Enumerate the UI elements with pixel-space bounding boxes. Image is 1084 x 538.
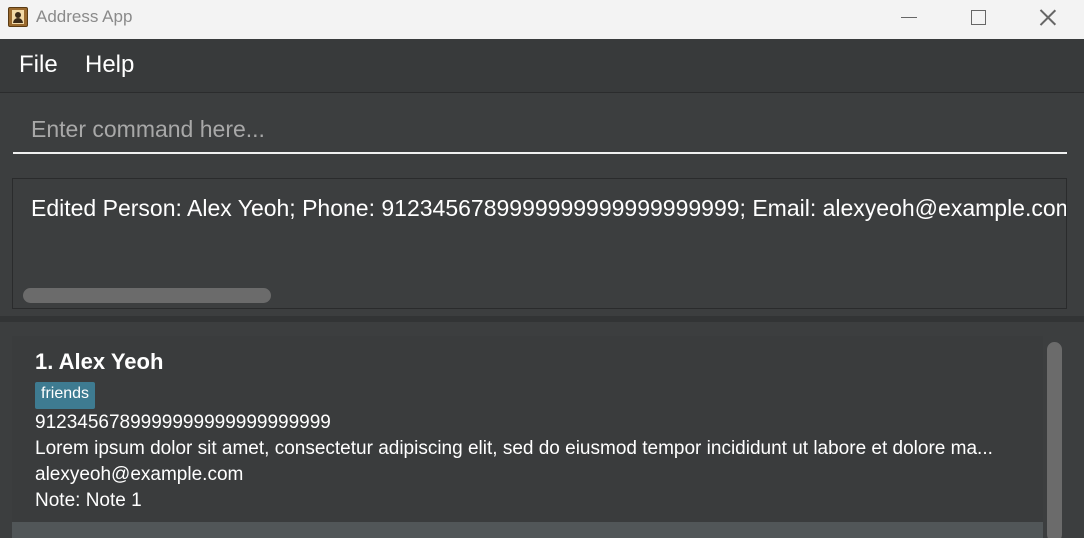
maximize-button[interactable] (943, 0, 1013, 34)
command-input[interactable]: Enter command here... (13, 108, 1067, 154)
window-title: Address App (36, 7, 133, 26)
title-bar: Address App (0, 0, 1084, 39)
minimize-icon (901, 16, 917, 18)
maximize-icon (970, 9, 986, 25)
person-note: Note: Note 1 (35, 490, 142, 511)
person-card-next[interactable] (12, 522, 1043, 538)
menu-bar: File Help (0, 39, 1084, 93)
close-button[interactable] (1013, 0, 1083, 34)
address-book-icon (8, 7, 28, 27)
person-phone: 9123456789999999999999999999 (35, 412, 331, 433)
command-box: Enter command here... (0, 94, 1084, 171)
minimize-button[interactable] (874, 0, 944, 34)
person-email: alexyeoh@example.com (35, 464, 244, 485)
menu-help[interactable]: Help (85, 51, 134, 79)
menu-file[interactable]: File (19, 51, 58, 79)
tag-badge: friends (35, 382, 96, 409)
vertical-scrollbar[interactable] (1047, 342, 1062, 538)
result-message: Edited Person: Alex Yeoh; Phone: 9123456… (31, 195, 1067, 221)
person-card[interactable]: 1. Alex Yeoh friends 9123456789999999999… (12, 336, 1043, 522)
person-list: 1. Alex Yeoh friends 9123456789999999999… (0, 322, 1084, 538)
horizontal-scrollbar[interactable] (23, 288, 271, 303)
person-address: Lorem ipsum dolor sit amet, consectetur … (35, 438, 993, 459)
result-display: Edited Person: Alex Yeoh; Phone: 9123456… (12, 178, 1067, 309)
person-name: 1. Alex Yeoh (35, 349, 164, 374)
close-icon (1040, 9, 1056, 25)
